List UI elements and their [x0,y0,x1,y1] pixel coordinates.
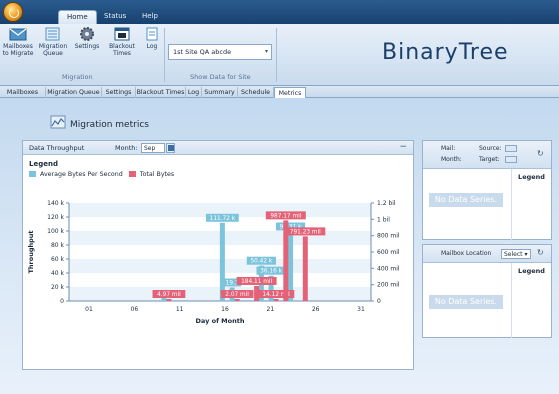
mail-chart-panel: Mail: Month: Source: Target: ↻ No Data S… [422,140,552,240]
x-tick-label: 26 [312,306,320,313]
y-left-tick-label: 120 k [47,214,64,221]
gear-icon [80,27,94,41]
blackout-times-button[interactable]: Blackout Times [107,27,137,57]
tab-log[interactable]: Log [186,87,202,98]
data-label: 36.16 k [260,269,282,275]
tab-home[interactable]: Home [58,10,97,24]
y-left-tick-label: 40 k [51,270,65,277]
y-left-tick-label: 20 k [51,284,65,291]
data-throughput-panel: Data Throughput Month: Sep − Legend Aver… [22,140,414,370]
log-icon [146,27,158,41]
log-button[interactable]: Log [142,27,162,50]
chevron-down-icon: ▾ [264,48,268,55]
metrics-content: Migration metrics Data Throughput Month:… [0,98,559,394]
tab-settings[interactable]: Settings [102,87,136,98]
chevron-down-icon: ▾ [524,251,528,258]
y-left-tick-label: 0 [60,298,64,305]
metrics-chart-icon [50,115,66,129]
bar-total-bytes [234,299,240,301]
application-orb-button[interactable] [3,2,23,22]
ribbon: Mailboxes to Migrate Migration Queue Set… [0,24,559,86]
page-title: Migration metrics [70,120,149,130]
x-tick-label: 01 [85,306,93,313]
tab-help[interactable]: Help [134,10,166,24]
x-tick-label: 06 [131,306,139,313]
bar-total-bytes [166,299,172,301]
legend-title: Legend [511,263,551,338]
y-right-tick-label: 400 mil [377,265,400,272]
x-tick-label: 11 [176,306,184,313]
tab-mailboxes[interactable]: Mailboxes [0,87,46,98]
y-left-tick-label: 80 k [51,242,65,249]
location-select[interactable]: Select ▾ [501,249,531,259]
settings-button[interactable]: Settings [72,27,102,50]
group-label-site: Show Data for Site [190,73,251,81]
calendar-icon [114,27,130,41]
app-window: Home Status Help Mailboxes to Migrate Mi… [0,0,559,394]
tab-metrics[interactable]: Metrics [274,87,306,98]
y-right-tick-label: 800 mil [377,233,400,240]
panel-header: Mail: Month: Source: Target: ↻ [423,141,551,169]
y-axis-label: Throughput [27,230,35,273]
data-label: 987.17 mil [270,213,301,219]
group-label-migration: Migration [62,73,93,81]
y-left-tick-label: 60 k [51,256,65,263]
target-label: Target: [479,156,500,163]
bar-total-bytes [273,299,279,301]
month-label: Month: [441,156,462,163]
y-right-tick-label: 1.2 bil [377,200,396,207]
bar-avg-bytes [219,222,225,301]
source-picker-button[interactable] [505,145,517,152]
queue-icon [45,27,60,41]
tab-migration-queue[interactable]: Migration Queue [46,87,102,98]
refresh-icon[interactable]: ↻ [537,248,544,257]
data-label: 184.11 mil [241,279,272,285]
y-left-tick-label: 140 k [47,200,64,207]
ribbon-divider [276,28,277,82]
y-right-tick-label: 600 mil [377,249,400,256]
x-axis-label: Day of Month [196,317,245,325]
mailboxes-to-migrate-button[interactable]: Mailboxes to Migrate [2,27,34,57]
tab-summary[interactable]: Summary [202,87,238,98]
source-label: Source: [479,145,502,152]
tab-schedule[interactable]: Schedule [238,87,274,98]
mailbox-location-panel: Mailbox Location Select ▾ ↻ No Data Seri… [422,244,552,338]
y-left-tick-label: 100 k [47,228,64,235]
y-right-tick-label: 200 mil [377,282,400,289]
view-tab-strip: Mailboxes Migration Queue Settings Black… [0,86,559,98]
ribbon-divider [164,28,165,82]
data-label: 791.23 mil [290,229,321,235]
data-label: 4.97 mil [157,292,181,298]
data-label: 50.42 k [250,259,272,265]
y-right-tick-label: 1 bil [377,216,390,223]
title-bar: Home Status Help [0,0,559,24]
target-picker-button[interactable] [505,156,517,163]
x-tick-label: 16 [221,306,229,313]
bar-total-bytes [302,236,308,301]
y-right-tick-label: 0 [377,298,381,305]
site-select[interactable]: 1st Site QA abcde ▾ [168,44,272,60]
data-label: 111.72 k [210,216,236,222]
panel-title: Mailbox Location [441,250,492,257]
tab-blackout-times[interactable]: Blackout Times [136,87,186,98]
tab-status[interactable]: Status [96,10,134,24]
refresh-icon[interactable]: ↻ [537,149,544,158]
no-data-message: No Data Series. [429,295,503,309]
binarytree-logo: BinaryTree [382,40,509,65]
data-label: 2.07 mil [225,292,249,298]
x-tick-label: 21 [267,306,275,313]
migration-queue-button[interactable]: Migration Queue [37,27,69,57]
panel-header: Mailbox Location Select ▾ ↻ [423,245,551,263]
no-data-message: No Data Series. [429,193,503,207]
mail-label: Mail: [441,145,456,152]
legend-title: Legend [511,169,551,240]
throughput-chart: 0 20 k 40 k 60 k 80 k 100 k 120 k 140 k 0 200 mil… [27,200,400,325]
x-tick-label: 31 [357,306,365,313]
mailboxes-icon [9,28,27,41]
